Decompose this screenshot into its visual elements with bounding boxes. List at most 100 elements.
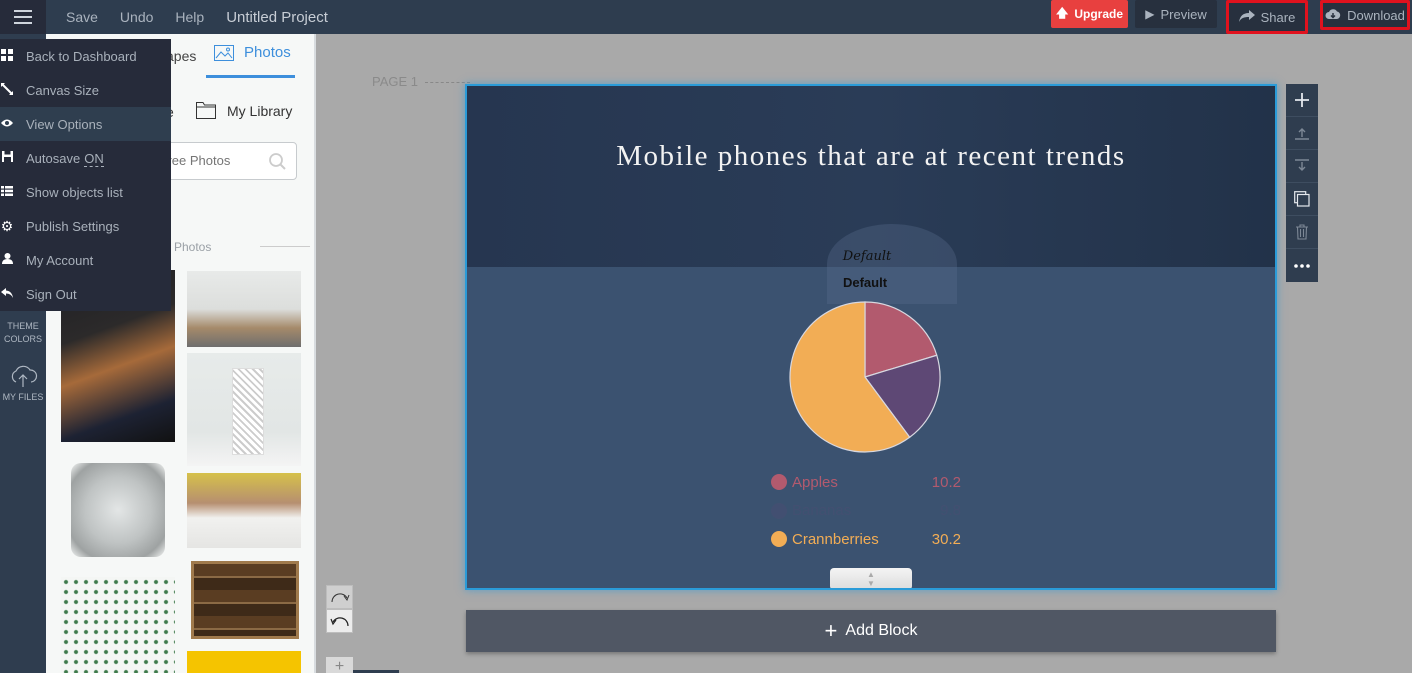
- legend-color-dot: [771, 474, 787, 491]
- legend-label: Bananas: [792, 502, 852, 520]
- chart-title: Default: [842, 275, 888, 290]
- delete-block-button[interactable]: [1286, 216, 1318, 249]
- move-block-down-button[interactable]: [1286, 150, 1318, 183]
- theme-label-line1: THEME: [7, 321, 39, 331]
- background-decoration: [827, 224, 957, 304]
- folder-icon: [196, 102, 216, 119]
- help-button[interactable]: Help: [175, 9, 204, 25]
- slide-title[interactable]: Mobile phones that are at recent trends: [467, 138, 1275, 175]
- menu-item-sign-out[interactable]: Sign Out: [0, 277, 171, 311]
- slide-page[interactable]: Mobile phones that are at recent trends …: [465, 84, 1277, 590]
- add-element-button[interactable]: [1286, 84, 1318, 117]
- menu-item-label: Sign Out: [26, 286, 77, 302]
- legend-item-bananas[interactable]: Bananas 9.8: [771, 497, 961, 526]
- hamburger-icon: [14, 8, 32, 26]
- menu-item-label: Publish Settings: [26, 218, 120, 234]
- rotate-counterclockwise-icon: [329, 617, 349, 627]
- eye-icon: [0, 117, 14, 131]
- plus-icon: +: [824, 618, 838, 643]
- menu-item-publish-settings[interactable]: ⚙ Publish Settings: [0, 209, 171, 243]
- menu-item-label: View Options: [26, 116, 103, 132]
- menu-item-label: Show objects list: [26, 184, 123, 200]
- menu-item-my-account[interactable]: My Account: [0, 243, 171, 277]
- floppy-disk-icon: [0, 151, 14, 165]
- share-button[interactable]: Share: [1226, 0, 1308, 34]
- photo-thumbnail[interactable]: [191, 561, 299, 639]
- plus-icon: [1295, 93, 1309, 107]
- section-label-photos: Photos: [174, 240, 212, 254]
- preview-button[interactable]: ▶ Preview: [1135, 0, 1217, 28]
- section-divider: [260, 246, 310, 247]
- undo-rotate-button[interactable]: [326, 609, 353, 633]
- main-dropdown-menu: Back to Dashboard Canvas Size View Optio…: [0, 39, 171, 311]
- menu-item-back-to-dashboard[interactable]: Back to Dashboard: [0, 39, 171, 73]
- legend-item-crannberries[interactable]: Crannberries 30.2: [771, 525, 961, 554]
- legend-value: 9.8: [940, 502, 961, 520]
- photo-thumbnail[interactable]: [187, 353, 301, 466]
- block-resize-handle[interactable]: ▲ ▼: [830, 568, 912, 588]
- photo-thumbnail[interactable]: [61, 577, 175, 673]
- photo-thumbnail[interactable]: [71, 463, 165, 557]
- active-tab-indicator: [206, 75, 295, 78]
- redo-rotate-button[interactable]: [326, 585, 353, 609]
- page-label: PAGE 1: [372, 74, 419, 89]
- play-icon: ▶: [1145, 7, 1155, 21]
- menu-item-canvas-size[interactable]: Canvas Size: [0, 73, 171, 107]
- pie-chart[interactable]: [785, 297, 945, 457]
- legend-item-apples[interactable]: Apples 10.2: [771, 468, 961, 497]
- add-block-button[interactable]: + Add Block: [466, 610, 1276, 652]
- autosave-state-toggle[interactable]: ON: [84, 150, 104, 167]
- list-icon: [0, 185, 14, 199]
- chevron-up-icon: ▲: [867, 570, 875, 579]
- download-button[interactable]: Download: [1320, 0, 1410, 30]
- image-icon: [214, 44, 234, 61]
- upgrade-label: Upgrade: [1074, 7, 1124, 21]
- menu-item-show-objects-list[interactable]: Show objects list: [0, 175, 171, 209]
- my-files-button[interactable]: MY FILES: [0, 364, 46, 404]
- more-options-button[interactable]: [1286, 249, 1318, 282]
- project-title[interactable]: Untitled Project: [226, 9, 328, 26]
- more-icon: [1294, 263, 1310, 268]
- legend-value: 30.2: [931, 530, 961, 548]
- undo-button[interactable]: Undo: [120, 9, 153, 25]
- slide-header-block[interactable]: Mobile phones that are at recent trends: [467, 86, 1275, 304]
- legend-value: 10.2: [931, 473, 961, 491]
- menu-item-label: Canvas Size: [26, 82, 99, 98]
- menu-item-autosave[interactable]: Autosave ON: [0, 141, 171, 175]
- legend-color-dot: [771, 502, 787, 519]
- photo-thumbnail[interactable]: [187, 271, 301, 347]
- autosave-label: Autosave: [26, 150, 81, 166]
- search-icon[interactable]: [269, 153, 286, 170]
- photo-thumbnail[interactable]: [187, 473, 301, 548]
- theme-colors-button[interactable]: THEME COLORS: [0, 320, 46, 346]
- photo-thumbnail[interactable]: [187, 651, 301, 673]
- reply-arrow-icon: [0, 287, 14, 301]
- my-library-button[interactable]: My Library: [196, 102, 292, 119]
- chart-legend: Apples 10.2 Bananas 9.8 Crannberries 30.2: [771, 468, 961, 554]
- block-side-toolbar: [1286, 84, 1318, 282]
- move-up-icon: [1295, 128, 1309, 140]
- my-files-label: MY FILES: [2, 392, 44, 402]
- add-block-label: Add Block: [845, 622, 918, 639]
- user-icon: [0, 253, 14, 267]
- save-button[interactable]: Save: [66, 9, 98, 25]
- duplicate-icon: [1294, 191, 1310, 207]
- chevron-down-icon: ▼: [867, 579, 875, 588]
- hamburger-menu-button[interactable]: [0, 0, 46, 34]
- tab-photos[interactable]: Photos: [214, 44, 291, 61]
- plus-icon: +: [334, 658, 345, 673]
- add-page-button[interactable]: +: [326, 657, 353, 673]
- menu-item-view-options[interactable]: View Options: [0, 107, 171, 141]
- menu-item-label: Autosave ON: [26, 150, 104, 167]
- preview-label: Preview: [1160, 6, 1207, 22]
- share-arrow-icon: [1238, 9, 1255, 25]
- duplicate-block-button[interactable]: [1286, 183, 1318, 216]
- upgrade-button[interactable]: 🡅 Upgrade: [1051, 0, 1128, 28]
- move-block-up-button[interactable]: [1286, 117, 1318, 150]
- top-nav: Save Undo Help Untitled Project: [66, 0, 328, 34]
- top-bar: Save Undo Help Untitled Project 🡅 Upgrad…: [0, 0, 1412, 34]
- my-library-label: My Library: [227, 102, 293, 119]
- theme-label-line2: COLORS: [3, 334, 42, 344]
- page-label-divider: [425, 82, 470, 83]
- cloud-download-icon: [1325, 8, 1341, 23]
